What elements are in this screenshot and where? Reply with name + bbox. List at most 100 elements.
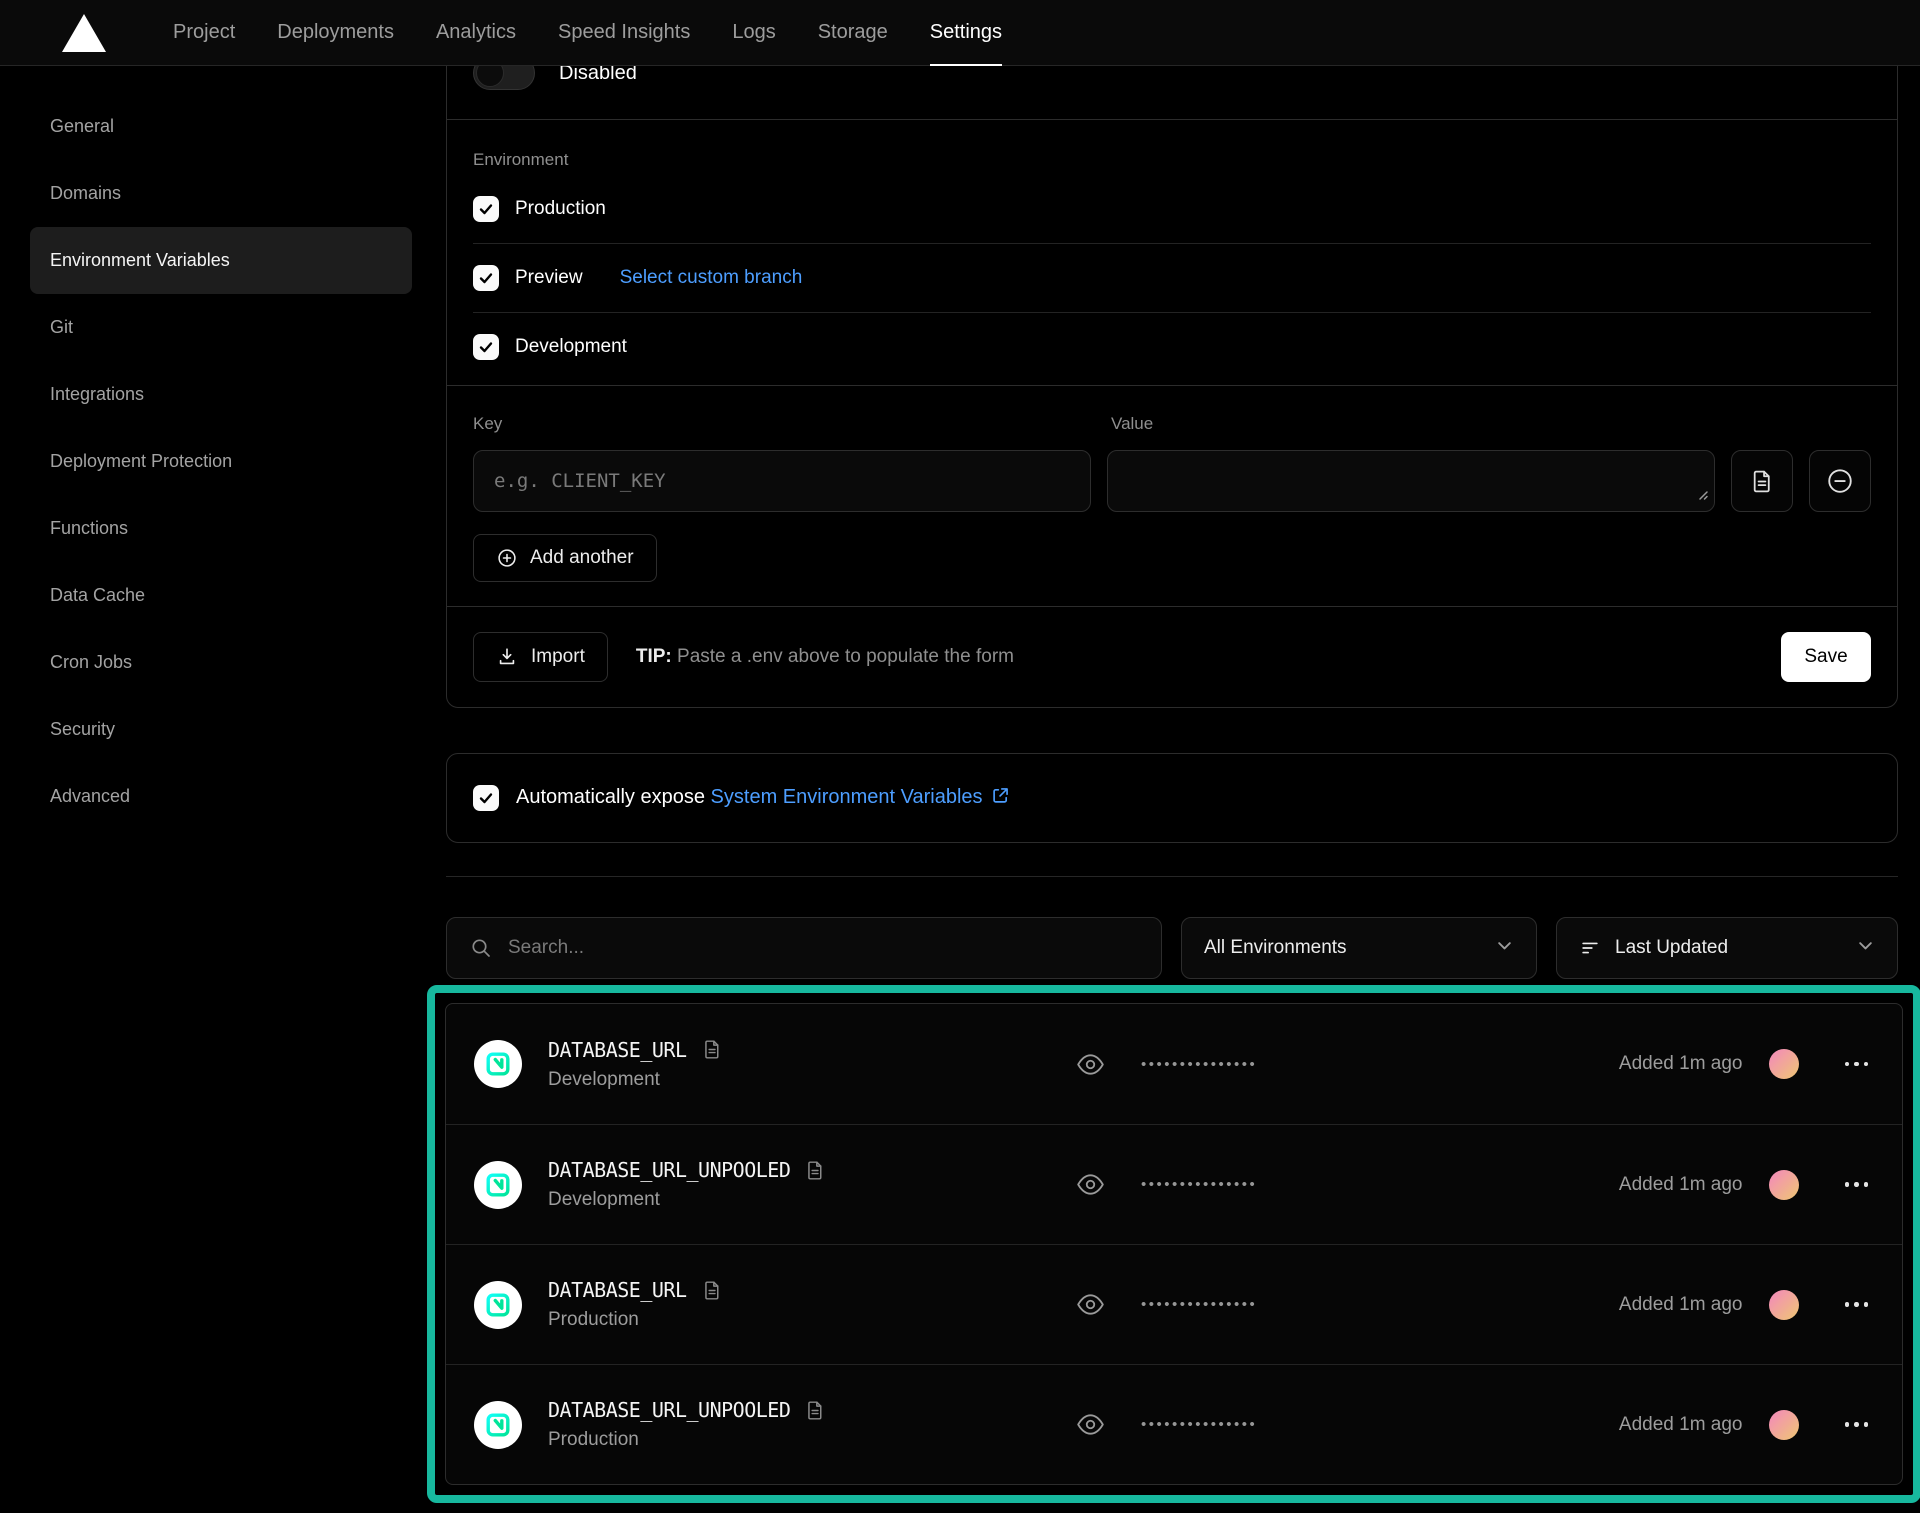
row-menu-button[interactable] [1839,1056,1875,1073]
nav-item-speed-insights[interactable]: Speed Insights [537,0,711,65]
nav-item-settings[interactable]: Settings [909,0,1023,65]
eye-icon[interactable] [1076,1050,1105,1079]
nav-item-analytics[interactable]: Analytics [415,0,537,65]
remove-row-button[interactable] [1809,450,1871,512]
var-info: DATABASE_URL Production [548,1278,1076,1331]
tip-bold: TIP: [636,646,672,667]
var-environment: Development [548,1189,1076,1211]
var-secret: ••••••••••••••• [1076,1050,1257,1079]
plus-circle-icon [496,547,518,569]
minus-circle-icon [1825,466,1855,496]
var-right: Added 1m ago [1619,1170,1874,1200]
key-label: Key [473,414,1111,434]
key-input[interactable] [494,470,1070,492]
search-box [446,917,1162,979]
var-environment: Production [548,1429,1076,1451]
sidebar-item-security[interactable]: Security [30,696,412,763]
import-button[interactable]: Import [473,632,608,682]
add-another-button[interactable]: Add another [473,534,657,582]
sidebar-item-git[interactable]: Git [30,294,412,361]
note-icon[interactable] [805,1400,826,1421]
sidebar-item-domains[interactable]: Domains [30,160,412,227]
neon-logo-icon [474,1401,522,1449]
var-info: DATABASE_URL_UNPOOLED Production [548,1398,1076,1451]
row-menu-button[interactable] [1839,1176,1875,1193]
chevron-down-icon [1495,936,1514,961]
added-timestamp: Added 1m ago [1619,1053,1743,1075]
environment-filter-dropdown[interactable]: All Environments [1181,917,1537,979]
chevron-down-icon [1856,936,1875,961]
added-timestamp: Added 1m ago [1619,1174,1743,1196]
nav-item-deployments[interactable]: Deployments [256,0,415,65]
env-var-row[interactable]: DATABASE_URL Production ••••••••••••••• … [446,1244,1902,1364]
masked-value: ••••••••••••••• [1141,1296,1257,1313]
nav-item-project[interactable]: Project [152,0,256,65]
neon-logo-icon [474,1161,522,1209]
sidebar-item-environment-variables[interactable]: Environment Variables [30,227,412,294]
eye-icon[interactable] [1076,1410,1105,1439]
row-menu-button[interactable] [1839,1296,1875,1313]
var-environment: Production [548,1309,1076,1331]
system-env-checkbox[interactable] [473,785,499,811]
value-input[interactable] [1128,470,1694,492]
development-checkbox[interactable] [473,334,499,360]
tip-text: TIP: Paste a .env above to populate the … [636,646,1014,668]
user-avatar [1769,1290,1799,1320]
nav-item-storage[interactable]: Storage [797,0,909,65]
sort-dropdown[interactable]: Last Updated [1556,917,1898,979]
download-icon [496,646,518,668]
env-var-row[interactable]: DATABASE_URL_UNPOOLED Development ••••••… [446,1124,1902,1244]
sidebar-item-deployment-protection[interactable]: Deployment Protection [30,428,412,495]
preview-checkbox[interactable] [473,265,499,291]
import-label: Import [531,646,585,668]
neon-logo-icon [474,1040,522,1088]
search-icon [469,936,493,960]
key-field-wrap [473,450,1091,512]
environment-filter-value: All Environments [1204,937,1347,959]
check-icon [478,790,494,806]
note-icon[interactable] [702,1039,723,1060]
sidebar-item-data-cache[interactable]: Data Cache [30,562,412,629]
check-icon [478,270,494,286]
user-avatar [1769,1170,1799,1200]
env-var-row[interactable]: DATABASE_URL_UNPOOLED Production •••••••… [446,1364,1902,1484]
environment-section-label: Environment [473,150,1871,170]
sidebar-item-advanced[interactable]: Advanced [30,763,412,830]
environment-section: Environment Production Preview Select cu… [447,119,1897,385]
development-label: Development [515,336,627,358]
var-info: DATABASE_URL Development [548,1038,1076,1091]
resize-handle[interactable] [1695,487,1709,506]
sort-value: Last Updated [1615,937,1728,959]
environment-option-preview: Preview Select custom branch [473,243,1871,312]
user-avatar [1769,1410,1799,1440]
added-timestamp: Added 1m ago [1619,1294,1743,1316]
sidebar-item-cron-jobs[interactable]: Cron Jobs [30,629,412,696]
nav-item-logs[interactable]: Logs [711,0,796,65]
vercel-logo-icon[interactable] [62,14,106,52]
select-custom-branch-link[interactable]: Select custom branch [620,267,803,289]
env-var-row[interactable]: DATABASE_URL Development •••••••••••••••… [446,1004,1902,1124]
masked-value: ••••••••••••••• [1141,1056,1257,1073]
note-icon[interactable] [702,1280,723,1301]
var-name: DATABASE_URL_UNPOOLED [548,1158,790,1182]
note-icon[interactable] [805,1160,826,1181]
eye-icon[interactable] [1076,1170,1105,1199]
row-menu-button[interactable] [1839,1416,1875,1433]
sidebar-item-integrations[interactable]: Integrations [30,361,412,428]
environment-option-development: Development [473,312,1871,381]
paste-env-button[interactable] [1731,450,1793,512]
system-env-link[interactable]: System Environment Variables [711,786,983,808]
production-checkbox[interactable] [473,196,499,222]
sidebar-item-functions[interactable]: Functions [30,495,412,562]
search-input[interactable] [508,937,1139,959]
settings-sidebar: General Domains Environment Variables Gi… [30,66,412,830]
masked-value: ••••••••••••••• [1141,1416,1257,1433]
sidebar-item-general[interactable]: General [30,93,412,160]
save-button[interactable]: Save [1781,632,1871,682]
env-var-list: DATABASE_URL Development •••••••••••••••… [445,1003,1903,1485]
environment-option-production: Production [473,174,1871,243]
var-name: DATABASE_URL [548,1038,687,1062]
highlight-outline: DATABASE_URL Development •••••••••••••••… [427,985,1920,1503]
eye-icon[interactable] [1076,1290,1105,1319]
system-env-card: Automatically expose System Environment … [446,753,1898,843]
